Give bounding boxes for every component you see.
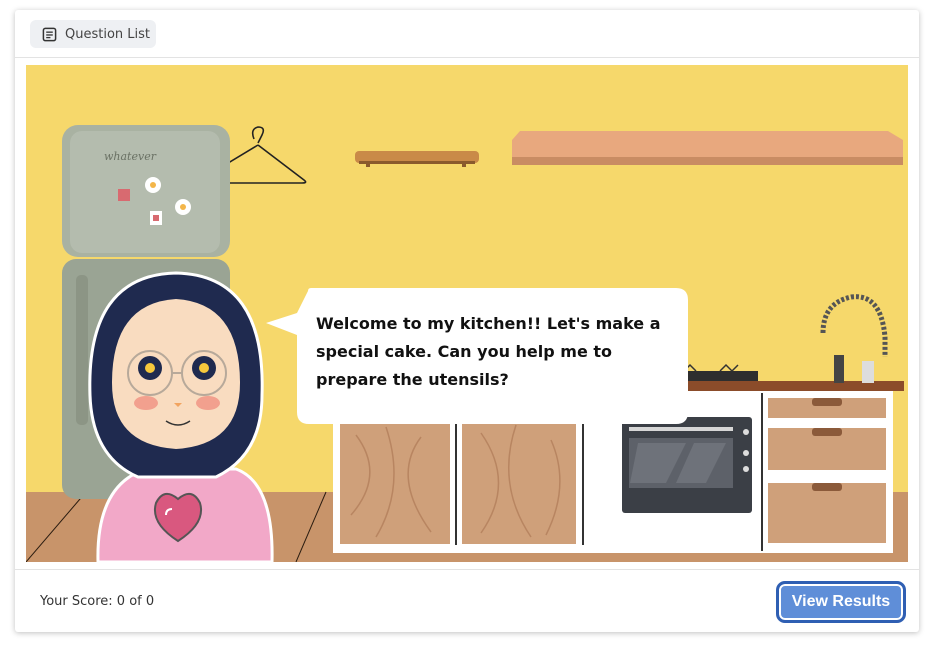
score-label: Your Score: 0 of 0 — [40, 594, 155, 609]
kitchen-scene: whatever Welcome to my kitchen!! Let's m… — [26, 65, 908, 562]
question-list-label: Question List — [65, 26, 151, 42]
top-toolbar: Question List — [15, 10, 919, 58]
girl-character — [88, 271, 274, 562]
wall-shelf-large — [512, 131, 903, 165]
dialogue-text: Welcome to my kitchen!! Let's make a spe… — [316, 314, 661, 389]
fridge-note-text: whatever — [104, 150, 157, 163]
question-list-button[interactable]: Question List — [30, 20, 156, 48]
bottom-bar: Your Score: 0 of 0 View Results — [15, 569, 919, 633]
view-results-button[interactable]: View Results — [776, 581, 906, 623]
quiz-card: Question List whatever Welcome to my kit… — [15, 10, 919, 632]
list-document-icon — [42, 27, 57, 41]
